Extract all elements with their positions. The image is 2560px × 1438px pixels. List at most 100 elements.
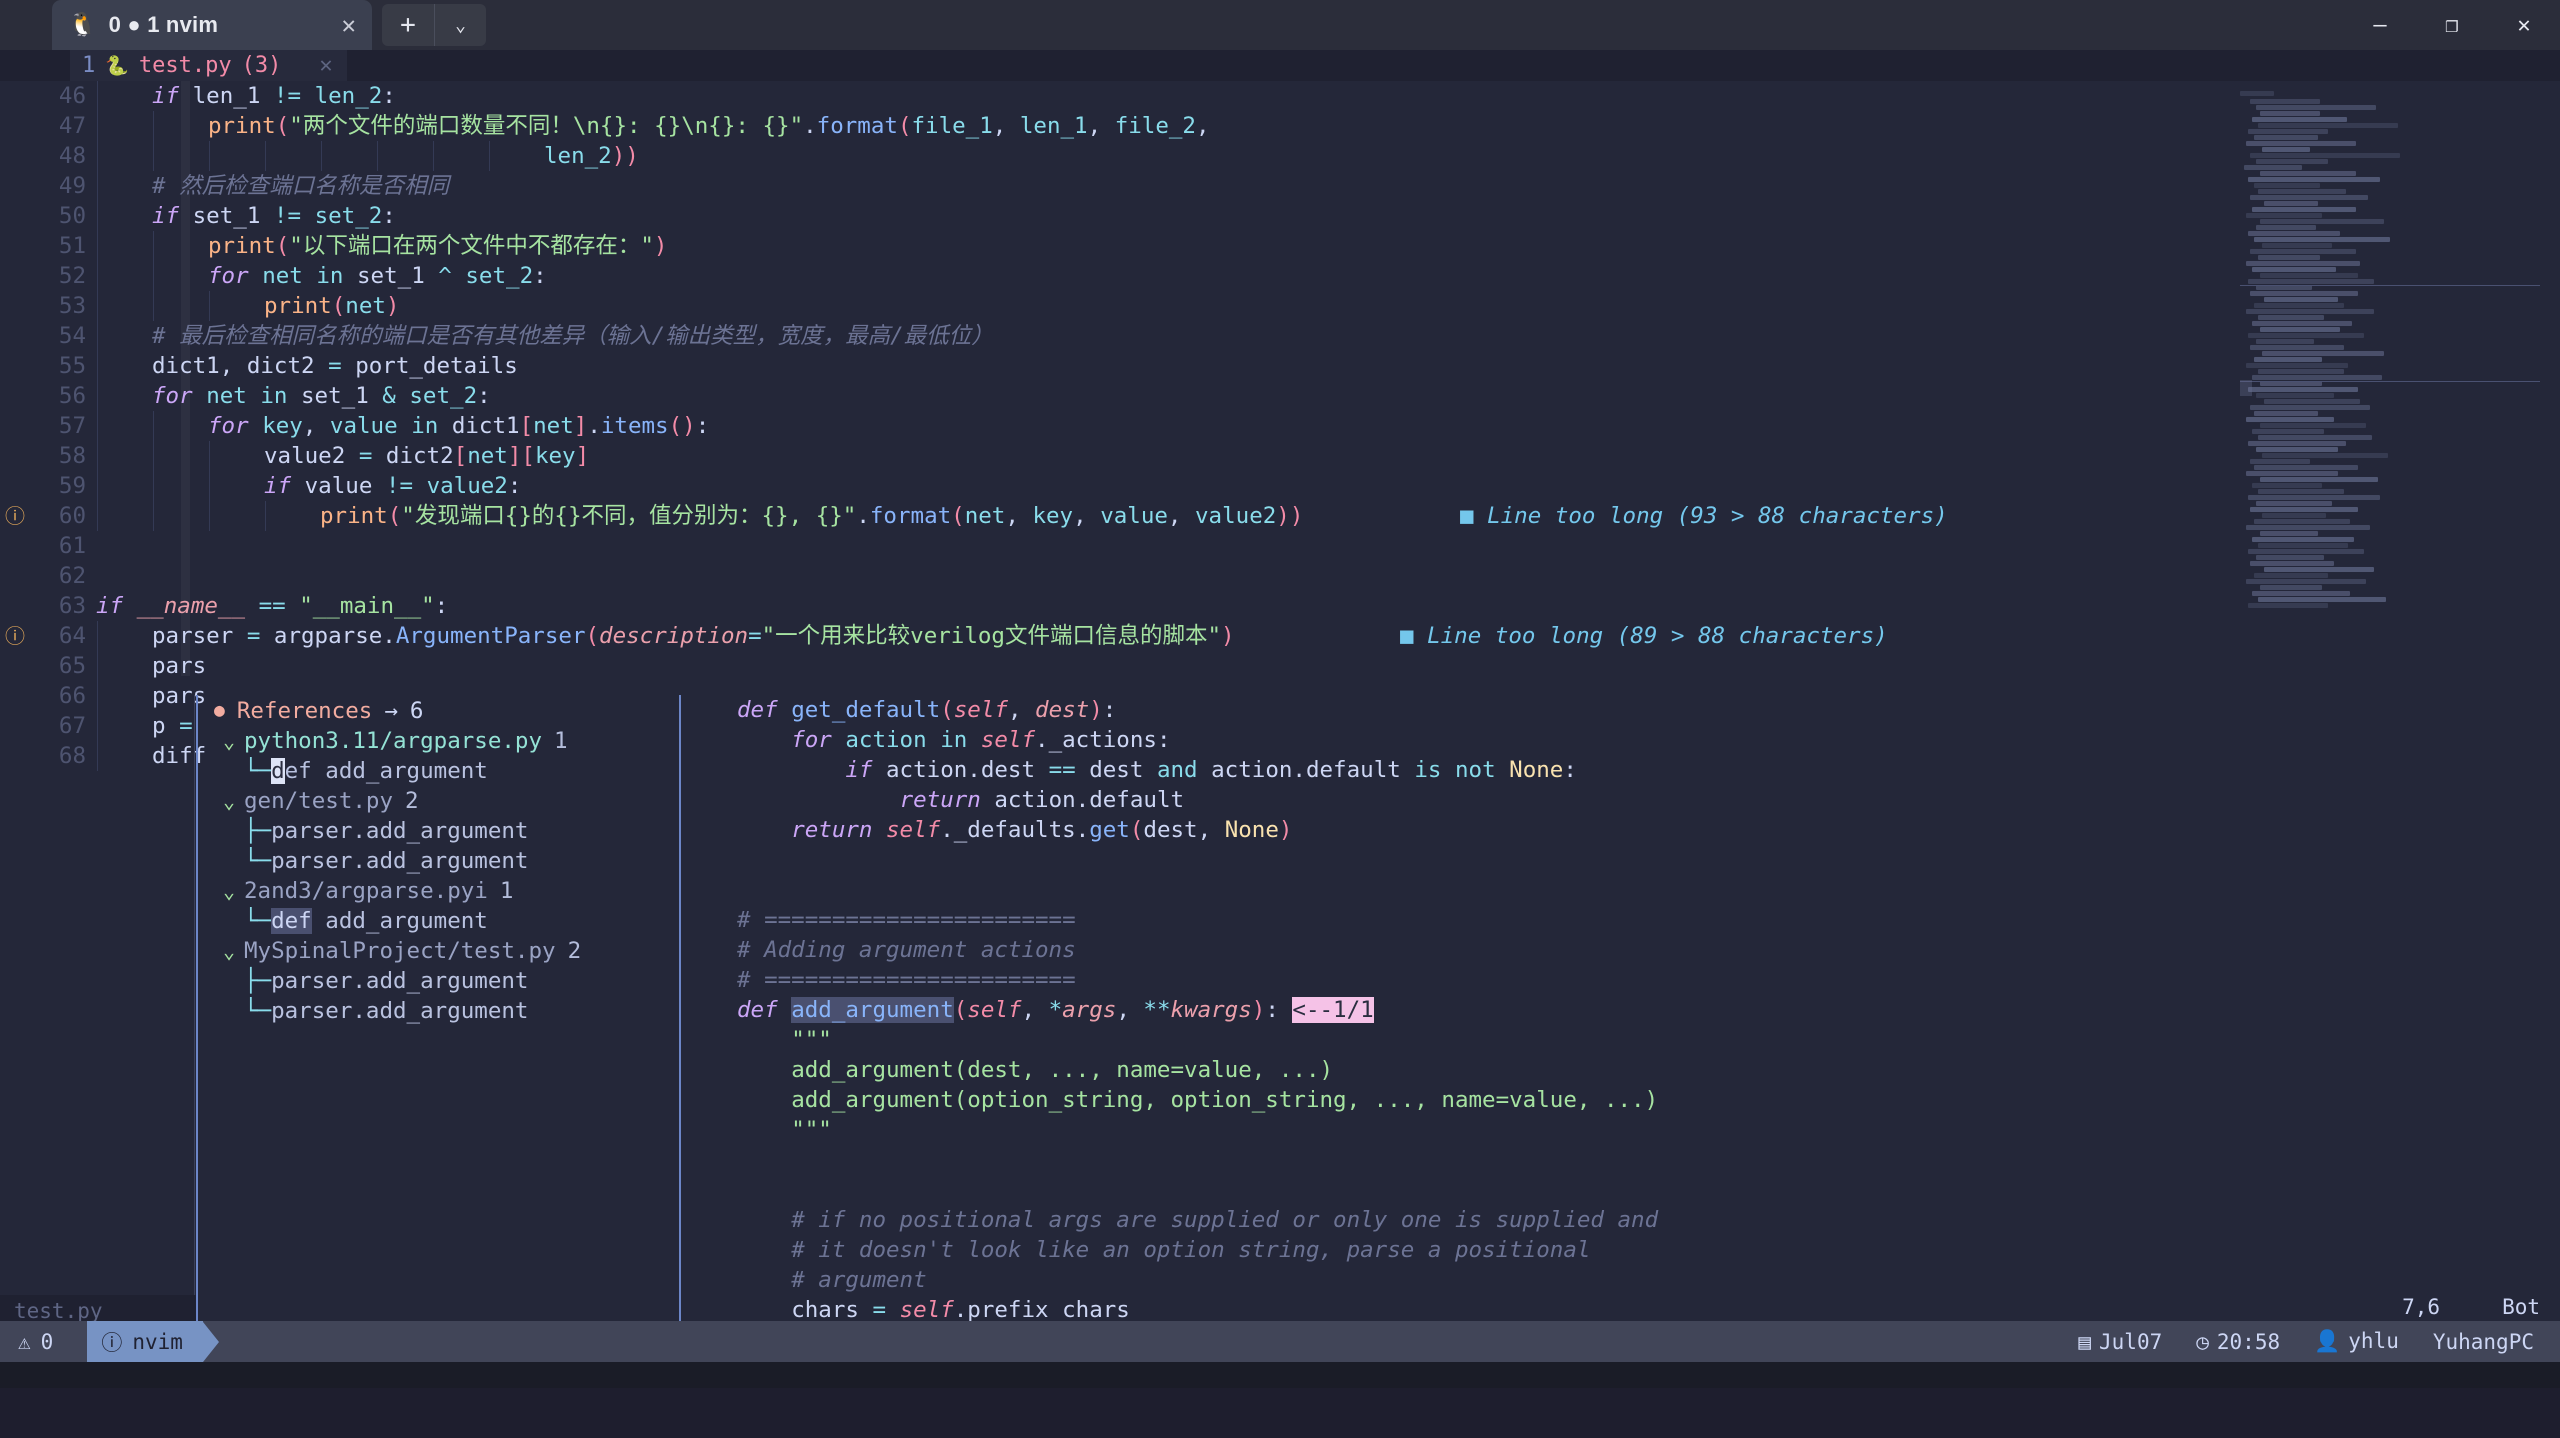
finder-result-item[interactable]: └─parser.add_argument <box>244 846 528 876</box>
chevron-down-icon[interactable]: ⌄ <box>214 876 244 906</box>
line-number: 56 <box>0 381 86 411</box>
code-line[interactable]: 52for net in set_1 ^ set_2: <box>0 261 2560 291</box>
date-indicator: ▤Jul07 <box>2078 1330 2162 1354</box>
code-line[interactable]: 60ⓘprint("发现端口{}的{}不同，值分别为：{}, {}".forma… <box>0 501 2560 531</box>
finder-result-item[interactable]: └─def add_argument <box>244 906 488 936</box>
diagnostic-sign-icon[interactable]: ⓘ <box>2 621 28 651</box>
mode-label: nvim <box>132 1330 183 1354</box>
user-indicator: 👤 yhlu <box>2314 1329 2399 1354</box>
line-number: 49 <box>0 171 86 201</box>
finder-preview-pane[interactable]: def get_default(self, dest): for action … <box>701 695 2531 1375</box>
finder-result-item[interactable]: └─parser.add_argument <box>244 996 528 1026</box>
code-line[interactable]: 51print("以下端口在两个文件中不都存在：") <box>0 231 2560 261</box>
finder-group[interactable]: ⌄python3.11/argparse.py1 <box>214 726 568 756</box>
code-line[interactable]: 63if __name__ == "__main__": <box>0 591 2560 621</box>
indent-guide <box>209 501 210 531</box>
line-number: 47 <box>0 111 86 141</box>
minimize-button[interactable]: — <box>2344 0 2416 50</box>
buffer-tab-test-py[interactable]: 1 🐍 test.py (3) ✕ <box>70 50 347 81</box>
python-icon: 🐍 <box>105 54 129 77</box>
finder-group-count: 1 <box>554 726 568 756</box>
indent-guide <box>209 291 210 321</box>
indent-guide <box>97 321 98 351</box>
indent-guide <box>153 291 154 321</box>
diagnostic-sign-icon[interactable]: ⓘ <box>2 501 28 531</box>
code-line[interactable]: 54# 最后检查相同名称的端口是否有其他差异（输入/输出类型，宽度，最高/最低位… <box>0 321 2560 351</box>
code-line[interactable]: 47print("两个文件的端口数量不同！\n{}: {}\n{}: {}".f… <box>0 111 2560 141</box>
arrow-icon: → <box>384 698 398 724</box>
code-line[interactable]: 58value2 = dict2[net][key] <box>0 441 2560 471</box>
indent-guide <box>153 141 154 171</box>
code-line[interactable]: 62 <box>0 561 2560 591</box>
user-label: yhlu <box>2348 1329 2399 1353</box>
code-line[interactable]: 56for net in set_1 & set_2: <box>0 381 2560 411</box>
code-text: if set_1 != set_2: <box>152 201 396 231</box>
cursor-position: 7,6 <box>2402 1295 2440 1319</box>
finder-result-label: parser.add_argument <box>271 996 528 1026</box>
user-icon: 👤 <box>2314 1329 2340 1353</box>
indent-guide <box>97 501 98 531</box>
chevron-down-icon[interactable]: ⌄ <box>434 4 486 46</box>
finder-header: ● References → 6 <box>214 695 423 726</box>
time-indicator: ◷20:58 <box>2196 1330 2280 1354</box>
preview-code-line: def add_argument(self, *args, **kwargs):… <box>737 995 1374 1025</box>
maximize-button[interactable]: ❐ <box>2416 0 2488 50</box>
code-line[interactable]: 59if value != value2: <box>0 471 2560 501</box>
indent-guide <box>153 261 154 291</box>
buffer-close-icon[interactable]: ✕ <box>319 53 332 78</box>
code-line[interactable]: 48len_2)) <box>0 141 2560 171</box>
preview-code-line: """ <box>737 1115 832 1145</box>
preview-code-line: # argument <box>737 1265 927 1295</box>
code-line[interactable]: 55dict1, dict2 = port_details <box>0 351 2560 381</box>
statusline-left: ⚠ 0 ⓘ nvim <box>0 1321 219 1362</box>
finder-result-item[interactable]: ├─parser.add_argument <box>244 966 528 996</box>
line-number: 66 <box>0 681 86 711</box>
terminal-tab[interactable]: 🐧 0 ● 1 nvim ✕ <box>52 0 372 50</box>
new-tab-button[interactable]: + <box>382 4 434 46</box>
code-line[interactable]: 61 <box>0 531 2560 561</box>
finder-group[interactable]: ⌄MySpinalProject/test.py2 <box>214 936 581 966</box>
finder-group[interactable]: ⌄gen/test.py2 <box>214 786 419 816</box>
chevron-down-icon[interactable]: ⌄ <box>214 726 244 756</box>
indent-guide <box>97 81 98 111</box>
tree-branch-icon: ├─ <box>244 966 271 996</box>
preview-code-line: if action.dest == dest and action.defaul… <box>737 755 1577 785</box>
code-line[interactable]: 65pars <box>0 651 2560 681</box>
finder-group-path: 2and3/argparse.pyi <box>244 876 488 906</box>
code-line[interactable]: 50if set_1 != set_2: <box>0 201 2560 231</box>
code-text: value2 = dict2[net][key] <box>264 441 589 471</box>
code-line[interactable]: 64ⓘparser = argparse.ArgumentParser(desc… <box>0 621 2560 651</box>
code-line[interactable]: 49# 然后检查端口名称是否相同 <box>0 171 2560 201</box>
indent-guide <box>153 231 154 261</box>
code-text: pars <box>152 651 206 681</box>
finder-result-item[interactable]: ├─parser.add_argument <box>244 816 528 846</box>
finder-group-path: MySpinalProject/test.py <box>244 936 556 966</box>
code-line[interactable]: 57for key, value in dict1[net].items(): <box>0 411 2560 441</box>
indent-guide <box>97 141 98 171</box>
code-line[interactable]: 53print(net) <box>0 291 2560 321</box>
line-number: 68 <box>0 741 86 771</box>
code-text: if len_1 != len_2: <box>152 81 396 111</box>
line-number: 63 <box>0 591 86 621</box>
preview-code-line: # Adding argument actions <box>737 935 1076 965</box>
diagnostic-count: 0 <box>41 1330 54 1354</box>
finder-group[interactable]: ⌄2and3/argparse.pyi 1 <box>214 876 513 906</box>
finder-group-path: gen/test.py <box>244 786 393 816</box>
lsp-finder-panel[interactable]: ● References → 6 ⌄python3.11/argparse.py… <box>196 695 2531 1375</box>
chevron-down-icon[interactable]: ⌄ <box>214 786 244 816</box>
line-number: 62 <box>0 561 86 591</box>
window-close-button[interactable]: ✕ <box>2488 0 2560 50</box>
close-icon[interactable]: ✕ <box>342 11 356 39</box>
finder-group-count: 1 <box>500 876 514 906</box>
indent-guide <box>97 111 98 141</box>
code-text: for net in set_1 ^ set_2: <box>208 261 547 291</box>
finder-result-item[interactable]: └─def add_argument <box>244 756 488 786</box>
scroll-position: Bot <box>2502 1295 2540 1319</box>
preview-code-line: def get_default(self, dest): <box>737 695 1116 725</box>
preview-code-line: # if no positional args are supplied or … <box>737 1205 1658 1235</box>
code-text: for key, value in dict1[net].items(): <box>208 411 709 441</box>
diagnostic-indicator[interactable]: ⚠ 0 <box>0 1321 71 1362</box>
chevron-down-icon[interactable]: ⌄ <box>214 936 244 966</box>
code-line[interactable]: 46if len_1 != len_2: <box>0 81 2560 111</box>
finder-result-label: parser.add_argument <box>271 966 528 996</box>
